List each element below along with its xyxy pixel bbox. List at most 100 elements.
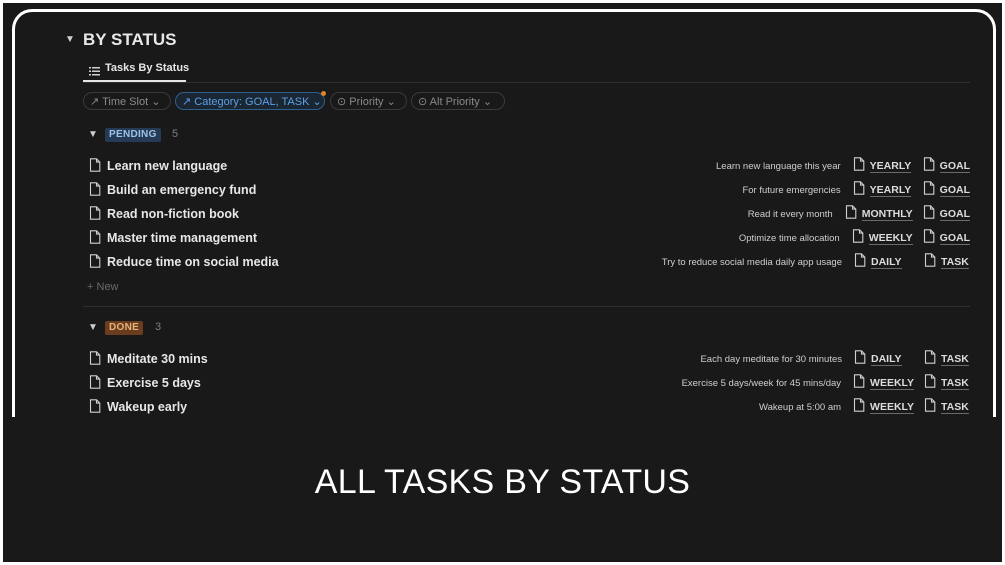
period-tag: MONTHLY — [861, 208, 913, 221]
page-icon — [853, 157, 865, 176]
tab-tasks-by-status[interactable]: Tasks By Status — [105, 62, 189, 74]
new-label: New — [96, 281, 119, 293]
list-item[interactable]: Master time management Optimize time allo… — [83, 228, 970, 248]
group-divider — [83, 306, 970, 307]
row-properties: Optimize time allocation WEEKLY GOAL — [739, 229, 970, 248]
task-title: Read non-fiction book — [107, 207, 239, 221]
period-relation[interactable]: DAILY — [854, 253, 914, 272]
category-tag: GOAL — [939, 160, 970, 173]
category-relation[interactable]: TASK — [924, 350, 970, 369]
group-toggle-icon[interactable]: ▼ — [88, 129, 98, 140]
chevron-down-icon: ⌄ — [482, 96, 493, 108]
task-title: Meditate 30 mins — [107, 352, 208, 366]
period-relation[interactable]: YEARLY — [853, 181, 913, 200]
task-description: Each day meditate for 30 minutes — [700, 354, 842, 365]
group-count: 5 — [172, 128, 179, 140]
page-icon — [89, 375, 101, 394]
video-caption: ALL TASKS BY STATUS — [314, 463, 691, 501]
period-tag: DAILY — [871, 256, 902, 269]
list-item[interactable]: Learn new language Learn new language thi… — [83, 156, 970, 176]
task-description: Exercise 5 days/week for 45 mins/day — [681, 378, 842, 389]
list-item[interactable]: Wakeup early Wakeup at 5:00 am WEEKLY TASK — [83, 397, 970, 417]
page-icon — [89, 158, 101, 177]
period-relation[interactable]: WEEKLY — [852, 229, 913, 248]
arrow-up-right-icon: ↗ — [90, 96, 100, 108]
task-title: Reduce time on social media — [107, 255, 279, 269]
period-relation[interactable]: MONTHLY — [845, 205, 913, 224]
row-properties: Read it every month MONTHLY GOAL — [748, 205, 970, 224]
period-tag: WEEKLY — [870, 377, 914, 390]
row-properties: Learn new language this year YEARLY GOAL — [716, 157, 970, 176]
period-tag: YEARLY — [869, 160, 912, 173]
new-row-button[interactable]: + New — [87, 281, 119, 293]
chevron-down-icon: ⌄ — [386, 96, 396, 108]
period-tag: WEEKLY — [870, 401, 914, 414]
page-icon — [853, 181, 865, 200]
filter-time-slot[interactable]: ↗ Time Slot ⌄ — [83, 92, 171, 110]
period-relation[interactable]: DAILY — [854, 350, 914, 369]
chevron-down-icon: ⌄ — [151, 96, 161, 108]
page-icon — [853, 398, 865, 417]
filter-category[interactable]: ↗ Category: GOAL, TASK ⌄ — [175, 92, 325, 110]
category-relation[interactable]: GOAL — [923, 181, 970, 200]
page-icon — [89, 399, 101, 418]
page-icon — [89, 182, 101, 201]
filter-label: Priority — [349, 96, 384, 108]
category-tag: TASK — [941, 377, 969, 390]
priority-circle-icon: ⊙ — [418, 96, 428, 108]
filter-alt-priority[interactable]: ⊙ Alt Priority ⌄ — [411, 92, 505, 110]
task-description: Wakeup at 5:00 am — [759, 402, 842, 413]
category-relation[interactable]: GOAL — [923, 229, 970, 248]
row-properties: Wakeup at 5:00 am WEEKLY TASK — [759, 398, 970, 417]
page-icon — [854, 253, 866, 272]
task-description: Read it every month — [747, 209, 833, 220]
category-tag: TASK — [941, 353, 969, 366]
filter-label: Alt Priority — [429, 96, 480, 108]
period-relation[interactable]: WEEKLY — [853, 398, 914, 417]
row-properties: Exercise 5 days/week for 45 mins/day WEEK… — [682, 374, 970, 393]
task-description: For future emergencies — [742, 185, 841, 196]
row-properties: Try to reduce social media daily app usa… — [662, 253, 970, 272]
category-relation[interactable]: TASK — [924, 374, 970, 393]
list-view-icon — [89, 63, 100, 81]
filter-priority[interactable]: ⊙ Priority ⌄ — [330, 92, 407, 110]
task-title: Learn new language — [107, 159, 228, 173]
group-count: 3 — [155, 321, 162, 333]
status-badge-done: DONE — [105, 321, 144, 335]
list-item[interactable]: Build an emergency fund For future emerge… — [83, 180, 970, 200]
notion-panel: ▼ BY STATUS Tasks By Status ↗ Time Slot … — [12, 9, 996, 452]
list-item[interactable]: Exercise 5 days Exercise 5 days/week for … — [83, 373, 970, 393]
collapse-triangle-icon[interactable]: ▼ — [65, 34, 75, 45]
list-item[interactable]: Read non-fiction book Read it every month… — [83, 204, 970, 224]
page-icon — [845, 205, 857, 224]
task-description: Try to reduce social media daily app usa… — [661, 257, 842, 268]
category-relation[interactable]: TASK — [924, 253, 970, 272]
period-relation[interactable]: YEARLY — [853, 157, 913, 176]
page-icon — [924, 398, 936, 417]
status-badge-pending: PENDING — [105, 128, 161, 142]
group-toggle-icon[interactable]: ▼ — [88, 322, 98, 333]
task-description: Optimize time allocation — [738, 233, 840, 244]
page-icon — [923, 229, 935, 248]
plus-icon: + — [87, 281, 94, 293]
filter-active-dot — [321, 91, 326, 96]
period-relation[interactable]: WEEKLY — [853, 374, 914, 393]
category-tag: GOAL — [939, 232, 970, 245]
row-properties: Each day meditate for 30 minutes DAILY TAS… — [700, 350, 970, 369]
period-tag: YEARLY — [869, 184, 912, 197]
page-icon — [924, 253, 936, 272]
page-icon — [852, 229, 864, 248]
category-tag: TASK — [941, 256, 969, 269]
page-icon — [923, 157, 935, 176]
task-description: Learn new language this year — [716, 161, 841, 172]
page-icon — [924, 374, 936, 393]
list-item[interactable]: Reduce time on social media Try to reduce… — [83, 252, 970, 272]
category-relation[interactable]: GOAL — [923, 205, 970, 224]
category-relation[interactable]: GOAL — [923, 157, 970, 176]
category-tag: TASK — [941, 401, 969, 414]
arrow-up-right-icon: ↗ — [182, 96, 192, 108]
category-relation[interactable]: TASK — [924, 398, 970, 417]
page-icon — [853, 374, 865, 393]
filter-label: Time Slot — [102, 96, 149, 108]
list-item[interactable]: Meditate 30 mins Each day meditate for 30… — [83, 349, 970, 369]
